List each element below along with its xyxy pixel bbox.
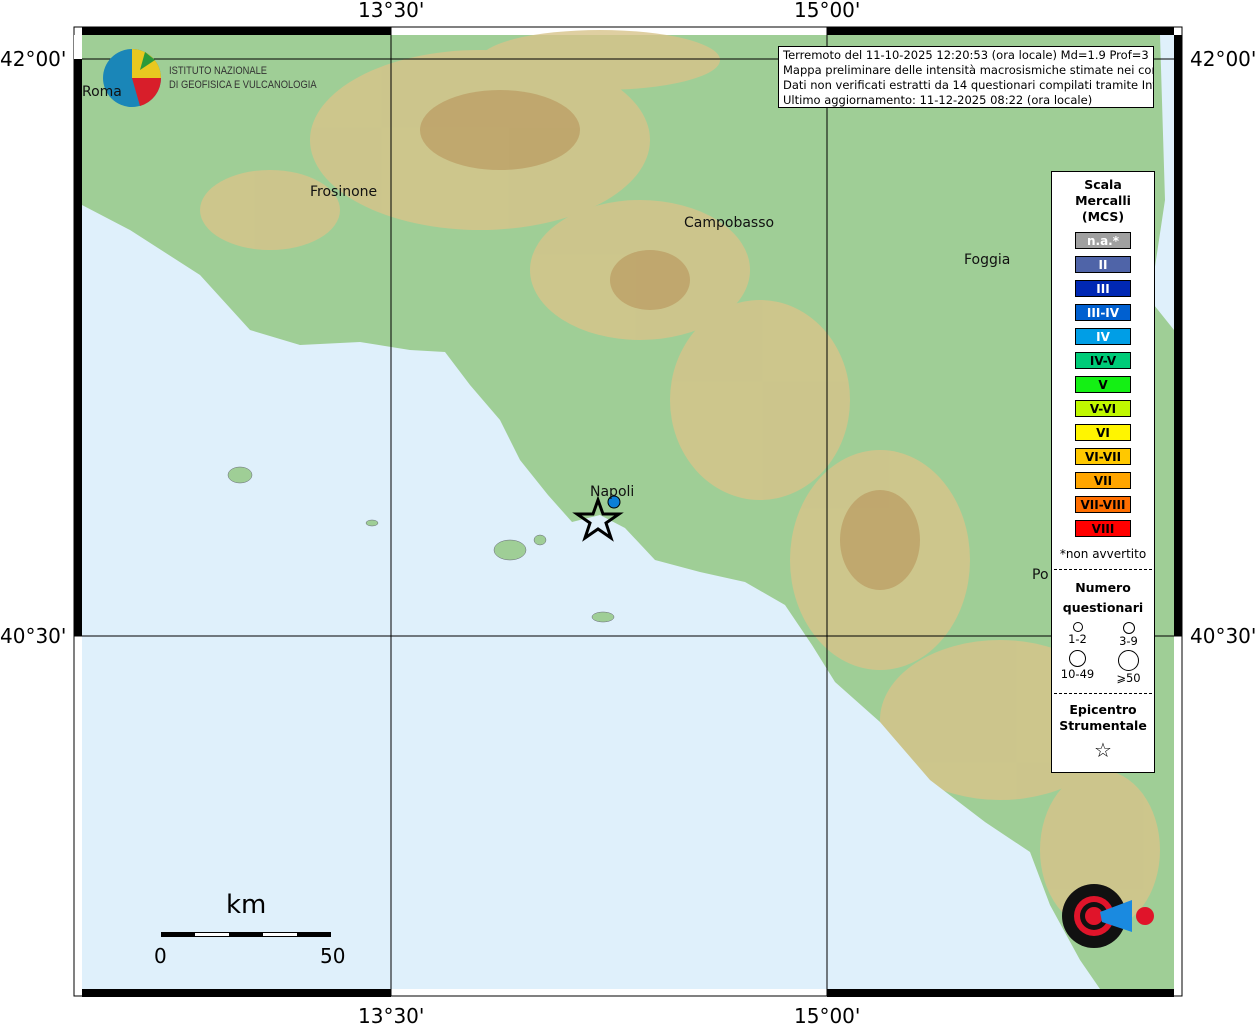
legend-swatch: III-IV bbox=[1075, 304, 1131, 321]
legend-note: *non avvertito bbox=[1059, 547, 1147, 561]
legend-swatch: V-VI bbox=[1075, 400, 1131, 417]
circle-icon bbox=[1072, 622, 1083, 632]
intensity-scale: n.a.* II III III-IV IV IV-V V V-VI VI VI-VII VII VI… bbox=[1052, 232, 1154, 537]
city-foggia: Foggia bbox=[964, 252, 1011, 268]
questionari-sizes: 1-2 3-9 10-49 ⩾50 bbox=[1052, 622, 1154, 685]
city-napoli: Napoli bbox=[590, 484, 635, 500]
tick-left-2: 40°30' bbox=[0, 624, 67, 648]
tick-bottom-1: 13°30' bbox=[358, 1004, 425, 1028]
legend-swatch: II bbox=[1075, 256, 1131, 273]
star-icon: ☆ bbox=[1094, 738, 1112, 762]
questionari-title: Numero questionari bbox=[1062, 580, 1144, 615]
event-info-box: Terremoto del 11-10-2025 12:20:53 (ora l… bbox=[778, 46, 1154, 108]
scale-bar bbox=[161, 932, 331, 937]
tick-right-1: 42°00' bbox=[1190, 47, 1255, 71]
divider bbox=[1054, 693, 1152, 694]
legend-swatch: III bbox=[1075, 280, 1131, 297]
city-po: Po bbox=[1032, 567, 1049, 583]
legend-swatch: VII bbox=[1075, 472, 1131, 489]
circle-icon bbox=[1122, 622, 1135, 634]
divider bbox=[1054, 569, 1152, 570]
tick-top-2: 15°00' bbox=[794, 0, 861, 22]
legend-swatch: n.a.* bbox=[1075, 232, 1131, 249]
epicentro-title: Epicentro Strumentale bbox=[1059, 702, 1147, 733]
legend-swatch: V bbox=[1075, 376, 1131, 393]
circle-icon bbox=[1069, 650, 1086, 667]
legend: Scala Mercalli (MCS) n.a.* II III III-IV IV IV-… bbox=[1051, 171, 1155, 773]
legend-title: Scala Mercalli (MCS) bbox=[1075, 177, 1131, 224]
tick-bottom-2: 15°00' bbox=[794, 1004, 861, 1028]
tick-left-1: 42°00' bbox=[0, 47, 67, 71]
scale-unit: km bbox=[226, 890, 267, 920]
legend-swatch: VII-VIII bbox=[1075, 496, 1131, 513]
legend-swatch: IV-V bbox=[1075, 352, 1131, 369]
circle-icon bbox=[1118, 650, 1139, 671]
scale-max: 50 bbox=[320, 944, 346, 968]
legend-swatch: VI-VII bbox=[1075, 448, 1131, 465]
tick-right-2: 40°30' bbox=[1190, 624, 1255, 648]
city-roma: Roma bbox=[82, 84, 122, 100]
ingv-logo-text: ISTITUTO NAZIONALE DI GEOFISICA E VULCANO… bbox=[169, 65, 317, 91]
tick-top-1: 13°30' bbox=[358, 0, 425, 22]
legend-swatch: VI bbox=[1075, 424, 1131, 441]
city-campobasso: Campobasso bbox=[684, 215, 775, 231]
legend-swatch: VIII bbox=[1075, 520, 1131, 537]
legend-swatch: IV bbox=[1075, 328, 1131, 345]
scale-min: 0 bbox=[154, 944, 167, 968]
city-frosinone: Frosinone bbox=[310, 184, 378, 200]
